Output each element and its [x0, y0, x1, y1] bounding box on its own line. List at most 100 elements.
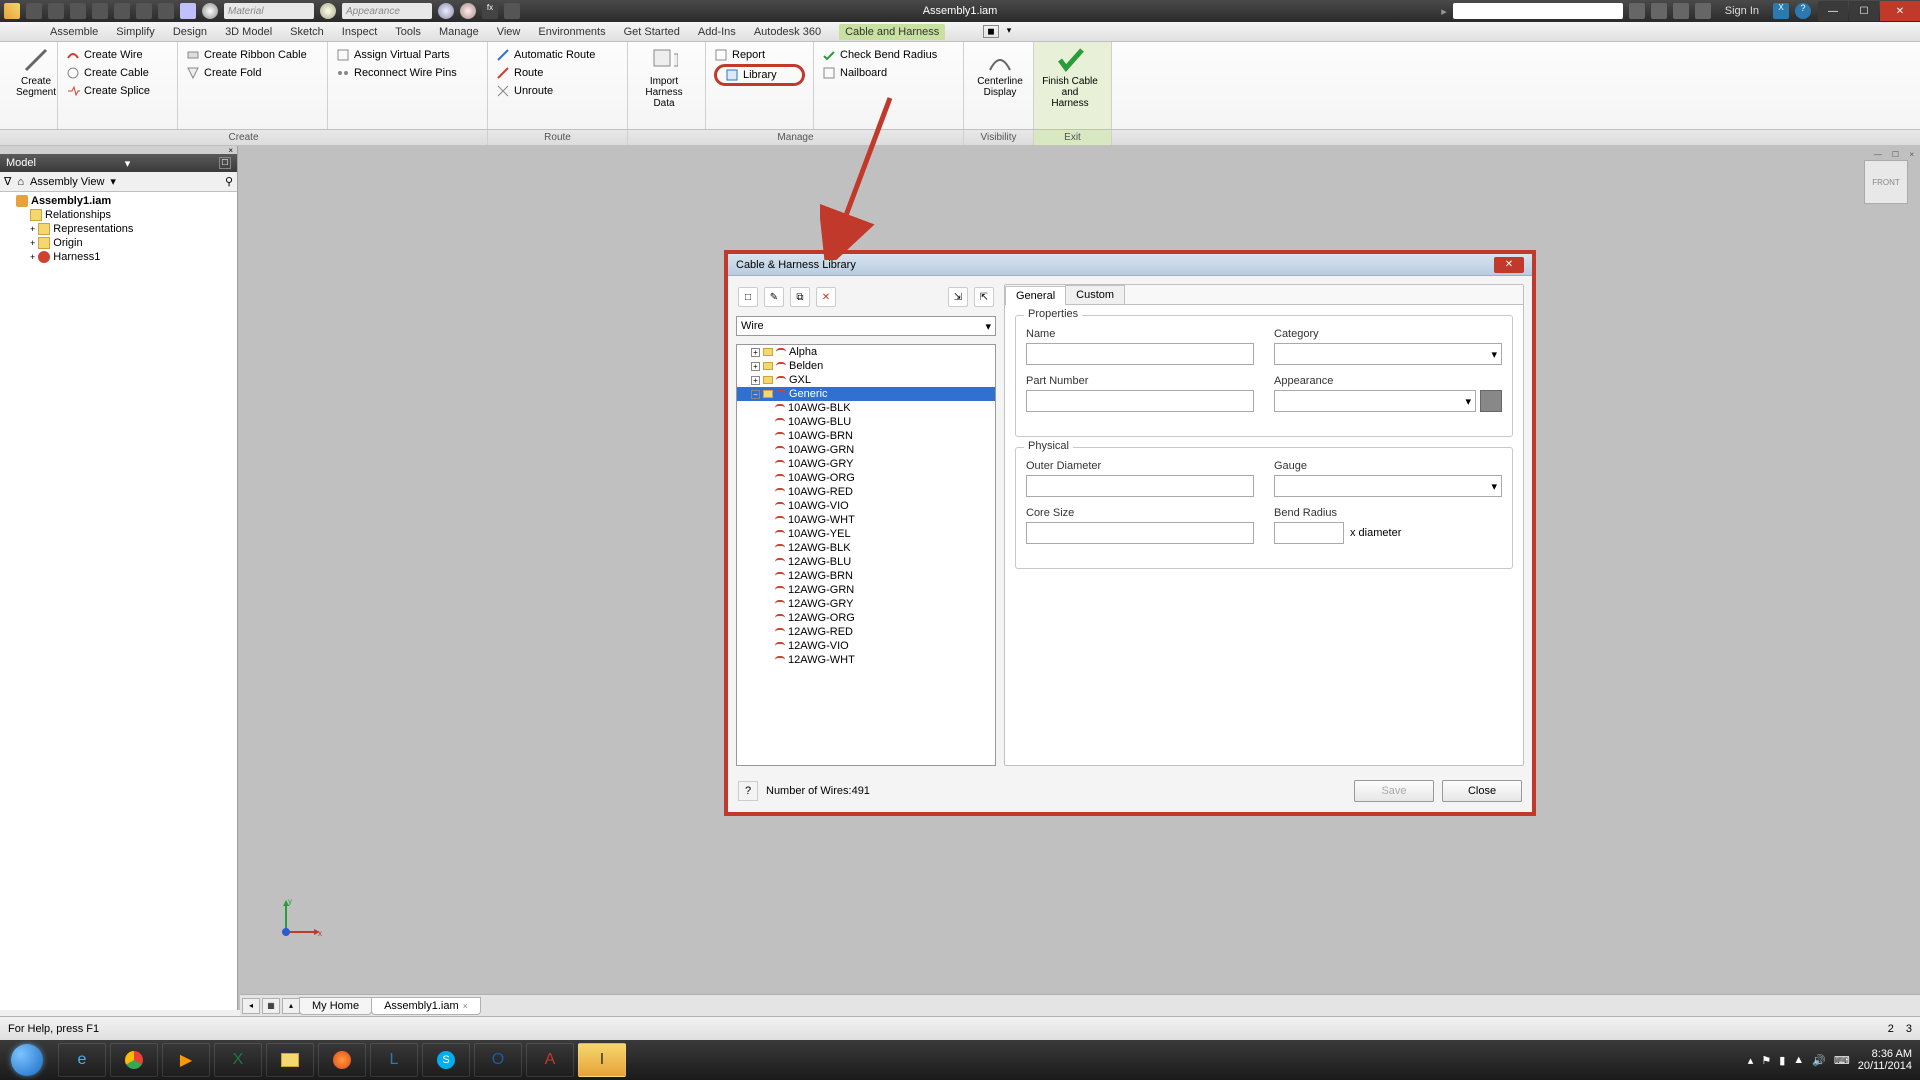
tool-a-icon[interactable] — [438, 3, 454, 19]
dialog-titlebar[interactable]: Cable & Harness Library ✕ — [728, 254, 1532, 276]
help-search-input[interactable] — [1453, 3, 1623, 19]
tab-inspect[interactable]: Inspect — [342, 26, 377, 38]
dialog-close-button[interactable]: ✕ — [1494, 257, 1524, 273]
appearance-select[interactable]: ▾ — [1274, 390, 1476, 412]
tree-icon[interactable]: ⌂ — [17, 176, 24, 188]
tray-lang-icon[interactable]: ⌨ — [1834, 1054, 1850, 1067]
material-select[interactable]: Material — [224, 3, 314, 19]
export-lib-button[interactable]: ⇱ — [974, 287, 994, 307]
info-button[interactable]: ? — [738, 781, 758, 801]
tab-cable-harness[interactable]: Cable and Harness — [839, 24, 945, 40]
fx-icon[interactable]: fx — [482, 3, 498, 19]
tab-a360[interactable]: Autodesk 360 — [754, 26, 821, 38]
assign-vp-button[interactable]: Assign Virtual Parts — [336, 46, 479, 64]
save-icon[interactable] — [70, 3, 86, 19]
nailboard-button[interactable]: Nailboard — [822, 64, 955, 82]
redo-icon[interactable] — [114, 3, 130, 19]
lib-category[interactable]: +Alpha — [737, 345, 995, 359]
tab-design[interactable]: Design — [173, 26, 207, 38]
window-close-button[interactable]: ✕ — [1880, 1, 1920, 21]
report-button[interactable]: Report — [714, 46, 805, 64]
user-icon[interactable] — [1695, 3, 1711, 19]
edit-item-button[interactable]: ✎ — [764, 287, 784, 307]
ribbon-expand-icon[interactable]: ▾ — [1007, 25, 1012, 38]
tab-general[interactable]: General — [1005, 286, 1066, 305]
task-ie-icon[interactable]: e — [58, 1043, 106, 1077]
create-wire-button[interactable]: Create Wire — [66, 46, 169, 64]
lib-wire-item[interactable]: 12AWG-GRY — [737, 597, 995, 611]
expand-icon[interactable]: + — [751, 376, 760, 385]
close-button[interactable]: Close — [1442, 780, 1522, 802]
wire-type-select[interactable]: Wire▾ — [736, 316, 996, 336]
lib-wire-item[interactable]: 12AWG-BLU — [737, 555, 995, 569]
lib-wire-item[interactable]: 10AWG-VIO — [737, 499, 995, 513]
partnumber-input[interactable] — [1026, 390, 1254, 412]
exchange-icon[interactable]: X — [1773, 3, 1789, 19]
name-input[interactable] — [1026, 343, 1254, 365]
unroute-button[interactable]: Unroute — [496, 82, 619, 100]
ribbon-toggle-icon[interactable]: ◼ — [983, 25, 998, 38]
tab-addins[interactable]: Add-Ins — [698, 26, 736, 38]
expand-icon[interactable]: + — [751, 362, 760, 371]
task-media-icon[interactable]: ▶ — [162, 1043, 210, 1077]
lib-wire-item[interactable]: 10AWG-BLK — [737, 401, 995, 415]
tab-3dmodel[interactable]: 3D Model — [225, 26, 272, 38]
copy-item-button[interactable]: ⧉ — [790, 287, 810, 307]
tab-simplify[interactable]: Simplify — [116, 26, 155, 38]
tool-b-icon[interactable] — [460, 3, 476, 19]
help-icon[interactable]: ? — [1795, 3, 1811, 19]
tray-network-icon[interactable]: ▲ — [1793, 1054, 1804, 1066]
viewcube[interactable]: FRONT — [1864, 160, 1908, 204]
tab-getstarted[interactable]: Get Started — [624, 26, 680, 38]
create-fold-button[interactable]: Create Fold — [186, 64, 319, 82]
doc-tab-grid[interactable]: ▦ — [262, 998, 280, 1014]
star-icon[interactable] — [1673, 3, 1689, 19]
task-skype-icon[interactable]: S — [422, 1043, 470, 1077]
library-button[interactable]: Library — [714, 64, 805, 86]
viewport-controls[interactable]: — ☐ × — [1874, 150, 1918, 159]
new-item-button[interactable]: □ — [738, 287, 758, 307]
task-excel-icon[interactable]: X — [214, 1043, 262, 1077]
assembly-view-select[interactable]: Assembly View — [30, 176, 104, 188]
lib-wire-item[interactable]: 12AWG-WHT — [737, 653, 995, 667]
tab-tools[interactable]: Tools — [395, 26, 421, 38]
save-button[interactable]: Save — [1354, 780, 1434, 802]
lib-wire-item[interactable]: 12AWG-BRN — [737, 569, 995, 583]
lib-wire-item[interactable]: 10AWG-GRY — [737, 457, 995, 471]
lib-category[interactable]: +Belden — [737, 359, 995, 373]
finish-button[interactable]: Finish Cable and Harness — [1042, 46, 1098, 109]
home-icon[interactable] — [136, 3, 152, 19]
lib-wire-item[interactable]: 10AWG-WHT — [737, 513, 995, 527]
import-lib-button[interactable]: ⇲ — [948, 287, 968, 307]
material-icon[interactable] — [180, 3, 196, 19]
expand-icon[interactable]: − — [751, 390, 760, 399]
tab-view[interactable]: View — [497, 26, 521, 38]
lib-wire-item[interactable]: 10AWG-BLU — [737, 415, 995, 429]
app-menu-icon[interactable] — [4, 3, 20, 19]
route-button[interactable]: Route — [496, 64, 619, 82]
tray-volume-icon[interactable]: 🔊 — [1812, 1054, 1826, 1067]
lib-category[interactable]: −Generic — [737, 387, 995, 401]
lib-wire-item[interactable]: 10AWG-BRN — [737, 429, 995, 443]
dropdown-icon[interactable] — [504, 3, 520, 19]
lib-wire-item[interactable]: 12AWG-GRN — [737, 583, 995, 597]
gauge-select[interactable]: ▾ — [1274, 475, 1502, 497]
start-button[interactable] — [0, 1040, 54, 1080]
create-ribbon-button[interactable]: Create Ribbon Cable — [186, 46, 319, 64]
select-icon[interactable] — [158, 3, 174, 19]
tree-representations[interactable]: +Representations — [2, 222, 235, 236]
doc-tab-home[interactable]: My Home — [299, 997, 372, 1015]
undo-icon[interactable] — [92, 3, 108, 19]
tab-env[interactable]: Environments — [538, 26, 605, 38]
appearance-swatch[interactable] — [1480, 390, 1502, 412]
tree-origin[interactable]: +Origin — [2, 236, 235, 250]
lib-wire-item[interactable]: 10AWG-GRN — [737, 443, 995, 457]
create-splice-button[interactable]: Create Splice — [66, 82, 169, 100]
tab-sketch[interactable]: Sketch — [290, 26, 324, 38]
maximize-button[interactable]: ☐ — [1849, 1, 1879, 21]
create-cable-button[interactable]: Create Cable — [66, 64, 169, 82]
search-icon[interactable] — [1629, 3, 1645, 19]
tree-harness[interactable]: +Harness1 — [2, 250, 235, 264]
bend-radius-input[interactable] — [1274, 522, 1344, 544]
filter-icon[interactable]: ∇ — [4, 175, 11, 188]
